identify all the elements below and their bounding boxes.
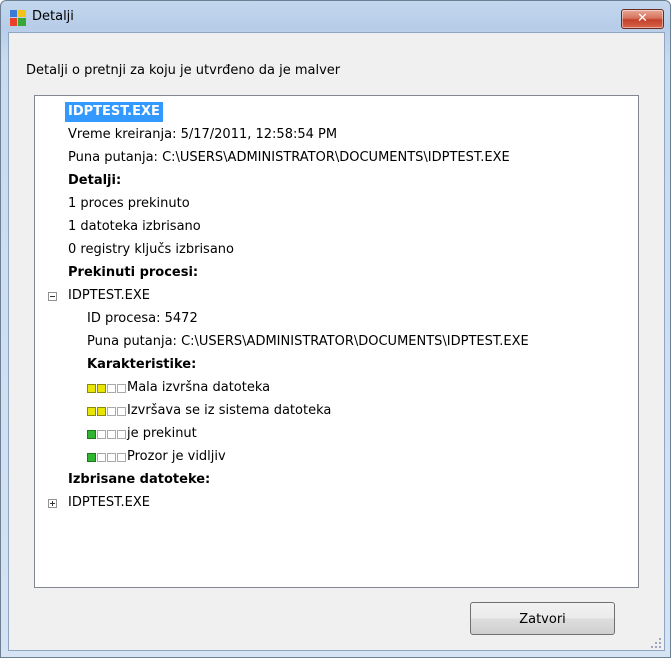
dialog-description: Detalji o pretnji za koju je utvrđeno da… — [26, 63, 341, 78]
characteristic-label: je prekinut — [127, 426, 197, 441]
rating-square — [107, 453, 116, 462]
close-button[interactable]: Zatvori — [470, 602, 615, 635]
rating-square — [117, 430, 126, 439]
rating-square — [97, 453, 106, 462]
process-name[interactable]: IDPTEST.EXE — [68, 286, 150, 306]
threat-file-name[interactable]: IDPTEST.EXE — [65, 102, 163, 122]
characteristics-heading: Karakteristike: — [87, 357, 197, 372]
rating-square — [87, 407, 96, 416]
rating-meter-icon — [87, 453, 126, 462]
characteristic-label: Prozor je vidljiv — [127, 449, 226, 464]
rating-square — [87, 453, 96, 462]
title-bar[interactable]: Detalji ✕ — [1, 1, 670, 33]
resize-grip-icon[interactable] — [651, 638, 662, 649]
expand-toggle-icon[interactable] — [48, 499, 57, 508]
process-id: ID procesa: 5472 — [87, 311, 198, 326]
rating-meter-icon — [87, 384, 126, 393]
avg-logo-icon — [10, 10, 26, 26]
rating-square — [97, 430, 106, 439]
rating-square — [87, 430, 96, 439]
stat-processes: 1 proces prekinuto — [68, 196, 190, 211]
deleted-files-heading: Izbrisane datoteke: — [68, 472, 211, 487]
terminated-processes-heading: Prekinuti procesi: — [68, 265, 199, 280]
window-title: Detalji — [32, 9, 74, 24]
rating-square — [117, 453, 126, 462]
rating-square — [107, 430, 116, 439]
characteristic-label: Izvršava se iz sistema datoteka — [127, 403, 332, 418]
details-heading: Detalji: — [68, 173, 122, 188]
rating-meter-icon — [87, 407, 126, 416]
process-path: Puna putanja: C:\USERS\ADMINISTRATOR\DOC… — [87, 334, 529, 349]
creation-time: Vreme kreiranja: 5/17/2011, 12:58:54 PM — [68, 127, 338, 142]
collapse-toggle-icon[interactable] — [48, 292, 57, 301]
stat-files: 1 datoteka izbrisano — [68, 219, 201, 234]
full-path: Puna putanja: C:\USERS\ADMINISTRATOR\DOC… — [68, 150, 510, 165]
rating-meter-icon — [87, 430, 126, 439]
rating-square — [87, 384, 96, 393]
rating-square — [97, 384, 106, 393]
stat-registry: 0 registry ključs izbrisano — [68, 242, 234, 257]
characteristic-label: Mala izvršna datoteka — [127, 380, 271, 395]
rating-square — [117, 384, 126, 393]
rating-square — [97, 407, 106, 416]
rating-square — [107, 384, 116, 393]
rating-square — [117, 407, 126, 416]
rating-square — [107, 407, 116, 416]
close-window-button[interactable]: ✕ — [621, 9, 664, 29]
details-tree[interactable]: IDPTEST.EXE Vreme kreiranja: 5/17/2011, … — [34, 95, 639, 588]
deleted-file-name[interactable]: IDPTEST.EXE — [68, 493, 150, 513]
close-icon: ✕ — [637, 11, 648, 26]
